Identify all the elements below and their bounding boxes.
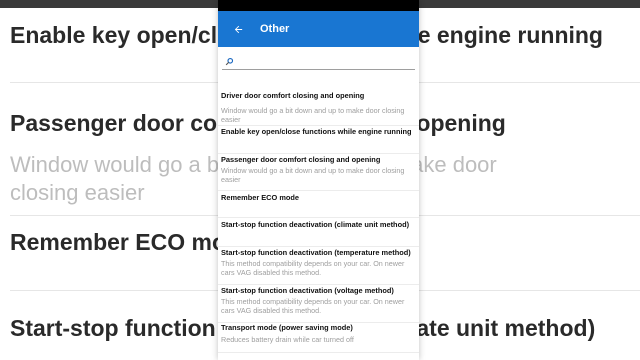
item-subtitle: Reduces battery drain while car turned o… xyxy=(221,335,354,344)
list-item[interactable]: Start-stop function deactivation (voltag… xyxy=(218,286,419,323)
item-subtitle: This method compatibility depends on you… xyxy=(221,297,405,315)
item-title: Enable key open/close functions while en… xyxy=(221,127,412,136)
item-title: Start-stop function deactivation (voltag… xyxy=(221,286,394,295)
list-item[interactable]: Remember ECO mode xyxy=(218,193,419,218)
list-item[interactable]: Transport mode (power saving mode) Reduc… xyxy=(218,323,419,353)
list-item[interactable]: Passenger door comfort closing and openi… xyxy=(218,155,419,191)
list-item[interactable]: Enable key open/close functions while en… xyxy=(218,127,419,154)
app-bar: Other xyxy=(218,11,419,47)
page-title: Other xyxy=(260,23,290,35)
list-item[interactable]: Driver door comfort closing and opening … xyxy=(218,91,419,126)
item-title: Driver door comfort closing and opening xyxy=(221,91,365,100)
item-title: Remember ECO mode xyxy=(221,193,300,202)
list-item[interactable]: Start-stop function deactivation (climat… xyxy=(218,220,419,247)
search-input[interactable] xyxy=(237,55,415,67)
back-button[interactable] xyxy=(228,19,248,39)
phone-screen: Other Driver door comfort closing and op… xyxy=(218,0,419,360)
search-icon xyxy=(225,57,234,65)
status-bar xyxy=(218,0,419,11)
list-item[interactable]: Start-stop function deactivation (temper… xyxy=(218,248,419,285)
item-subtitle: Window would go a bit down and up to mak… xyxy=(221,106,405,124)
item-title: Start-stop function deactivation (temper… xyxy=(221,248,411,257)
search-bar[interactable] xyxy=(222,53,415,70)
item-title: Passenger door comfort closing and openi… xyxy=(221,155,381,164)
background-line: Remember ECO mode xyxy=(10,229,253,255)
item-subtitle: Window would go a bit down and up to mak… xyxy=(221,166,405,184)
arrow-back-icon xyxy=(234,25,242,33)
item-subtitle: This method compatibility depends on you… xyxy=(221,259,405,277)
item-title: Start-stop function deactivation (climat… xyxy=(221,220,410,229)
item-title: Transport mode (power saving mode) xyxy=(221,323,353,332)
background-line: closing easier xyxy=(10,180,145,205)
